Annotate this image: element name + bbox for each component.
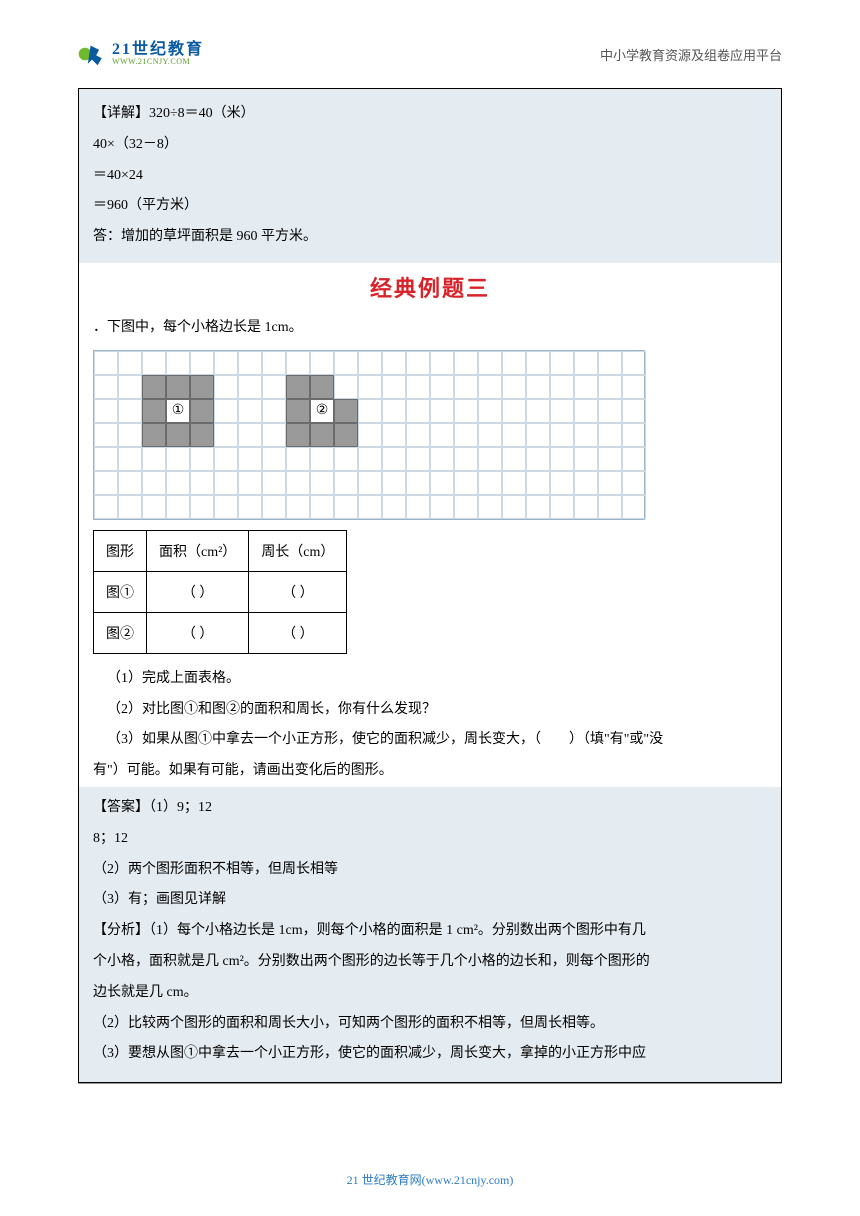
grid-cells: ①② <box>94 351 644 519</box>
table-row: 图① （ ） （ ） <box>94 571 347 612</box>
page-footer: 21 世纪教育网(www.21cnjy.com) <box>0 1171 860 1188</box>
shape2-label: ② <box>310 399 334 423</box>
logo-cn-text: 21世纪教育 <box>112 42 204 58</box>
site-logo: 21世纪教育 WWW.21CNJY.COM <box>78 40 204 68</box>
solution-line: 【详解】320÷8＝40（米） <box>93 99 767 130</box>
logo-en-text: WWW.21CNJY.COM <box>112 58 204 66</box>
answer-line: （2）两个图形面积不相等，但周长相等 <box>93 855 767 886</box>
footer-divider <box>78 1083 782 1084</box>
table-header-perimeter: 周长（cm） <box>249 530 347 571</box>
analysis-line: 边长就是几 cm。 <box>93 978 767 1009</box>
page-header: 21世纪教育 WWW.21CNJY.COM 中小学教育资源及组卷应用平台 <box>78 40 782 68</box>
footer-text: 21 世纪教育网(www.21cnjy.com) <box>347 1171 514 1188</box>
analysis-line: （2）比较两个图形的面积和周长大小，可知两个图形的面积不相等，但周长相等。 <box>93 1009 767 1040</box>
table-blank-cell[interactable]: （ ） <box>147 612 249 653</box>
solution-line: 40×（32－8） <box>93 130 767 161</box>
question-1: （1）完成上面表格。 <box>93 664 767 695</box>
question-2: （2）对比图①和图②的面积和周长，你有什么发现？ <box>93 695 767 726</box>
solution-line: ＝40×24 <box>93 161 767 192</box>
problem-body: ．下图中，每个小格边长是 1cm。 ①② 图形 面积（cm²） 周长（cm） 图… <box>79 313 781 787</box>
table-header-area: 面积（cm²） <box>147 530 249 571</box>
answer-analysis-box: 【答案】（1）9；12 8；12 （2）两个图形面积不相等，但周长相等 （3）有… <box>79 787 781 1082</box>
section-title: 经典例题三 <box>79 263 781 313</box>
header-right-text: 中小学教育资源及组卷应用平台 <box>600 45 782 64</box>
table-blank-cell[interactable]: （ ） <box>249 612 347 653</box>
page-root: 21世纪教育 WWW.21CNJY.COM 中小学教育资源及组卷应用平台 【详解… <box>0 0 860 1216</box>
question-3b: 有"）可能。如果有可能，请画出变化后的图形。 <box>93 756 767 787</box>
grid-figure: ①② <box>93 350 645 520</box>
table-cell: 图① <box>94 571 147 612</box>
detailed-solution-box: 【详解】320÷8＝40（米） 40×（32－8） ＝40×24 ＝960（平方… <box>79 89 781 263</box>
table-header-row: 图形 面积（cm²） 周长（cm） <box>94 530 347 571</box>
logo-runner-icon <box>78 40 106 68</box>
solution-line: ＝960（平方米） <box>93 191 767 222</box>
logo-text: 21世纪教育 WWW.21CNJY.COM <box>112 42 204 66</box>
shape1-label: ① <box>166 399 190 423</box>
answer-line: （3）有；画图见详解 <box>93 885 767 916</box>
table-header-shape: 图形 <box>94 530 147 571</box>
table-row: 图② （ ） （ ） <box>94 612 347 653</box>
answer-line: 【答案】（1）9；12 <box>93 793 767 824</box>
solution-line: 答：增加的草坪面积是 960 平方米。 <box>93 222 767 253</box>
answer-table: 图形 面积（cm²） 周长（cm） 图① （ ） （ ） 图② （ ） （ ） <box>93 530 347 654</box>
question-3a: （3）如果从图①中拿去一个小正方形，使它的面积减少，周长变大，（ ）（填"有"或… <box>93 725 767 756</box>
table-blank-cell[interactable]: （ ） <box>147 571 249 612</box>
table-blank-cell[interactable]: （ ） <box>249 571 347 612</box>
problem-intro: ．下图中，每个小格边长是 1cm。 <box>93 313 767 344</box>
content-frame: 【详解】320÷8＝40（米） 40×（32－8） ＝40×24 ＝960（平方… <box>78 88 782 1083</box>
answer-line: 8；12 <box>93 824 767 855</box>
analysis-line: （3）要想从图①中拿去一个小正方形，使它的面积减少，周长变大，拿掉的小正方形中应 <box>93 1039 767 1070</box>
analysis-line: 【分析】（1）每个小格边长是 1cm，则每个小格的面积是 1 cm²。分别数出两… <box>93 916 767 947</box>
analysis-line: 个小格，面积就是几 cm²。分别数出两个图形的边长等于几个小格的边长和，则每个图… <box>93 947 767 978</box>
table-cell: 图② <box>94 612 147 653</box>
